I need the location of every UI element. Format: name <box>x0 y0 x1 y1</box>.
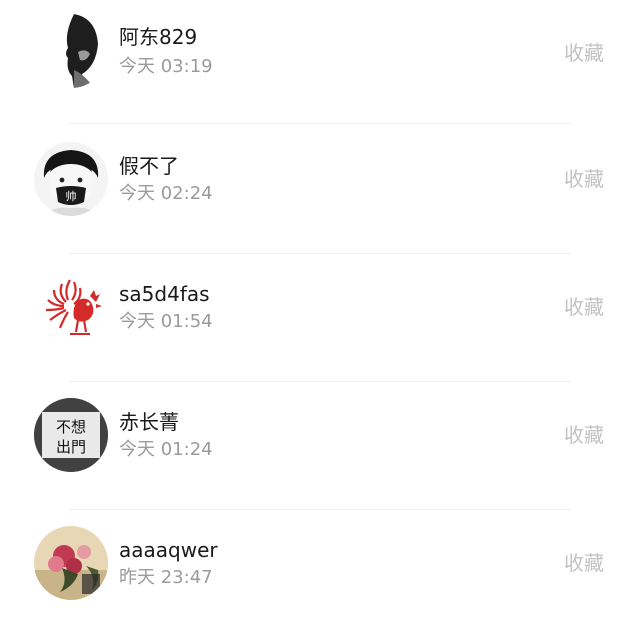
timestamp: 今天 01:54 <box>119 311 213 332</box>
user-name: 赤长菁 <box>119 410 179 434</box>
favorite-button[interactable]: 收藏 <box>564 550 604 576</box>
floral-avatar-icon <box>34 526 108 600</box>
user-name: sa5d4fas <box>119 282 210 306</box>
avatar[interactable]: 帅 <box>34 142 108 216</box>
timestamp: 昨天 23:47 <box>119 567 213 588</box>
avatar[interactable] <box>34 14 108 88</box>
masked-boy-avatar-icon: 帅 <box>34 142 108 216</box>
divider <box>69 253 571 254</box>
user-list: 阿东829 今天 03:19 收藏 帅 假不了 今天 02:24 收藏 sa5d… <box>0 0 640 633</box>
red-rooster-papercut-avatar-icon <box>34 270 108 344</box>
timestamp: 今天 02:24 <box>119 183 213 204</box>
timestamp: 今天 01:24 <box>119 439 213 460</box>
favorite-button[interactable]: 收藏 <box>564 422 604 448</box>
divider <box>69 123 571 124</box>
divider <box>69 381 571 382</box>
favorite-button[interactable]: 收藏 <box>564 166 604 192</box>
divider <box>69 509 571 510</box>
list-item[interactable]: 不想 出門 赤长菁 今天 01:24 收藏 <box>0 384 640 512</box>
svg-text:帅: 帅 <box>66 190 77 203</box>
user-name: 假不了 <box>119 154 179 178</box>
timestamp: 今天 03:19 <box>119 56 213 77</box>
favorite-button[interactable]: 收藏 <box>564 294 604 320</box>
list-item[interactable]: 阿东829 今天 03:19 收藏 <box>0 0 640 128</box>
bw-silhouette-avatar-icon <box>34 14 108 88</box>
list-item[interactable]: 帅 假不了 今天 02:24 收藏 <box>0 128 640 256</box>
user-name: 阿东829 <box>119 25 198 49</box>
avatar-text-line-1: 不想 <box>56 418 86 436</box>
list-item[interactable]: aaaaqwer 昨天 23:47 收藏 <box>0 512 640 633</box>
avatar-text-line-2: 出門 <box>56 438 86 456</box>
user-name: aaaaqwer <box>119 538 218 562</box>
list-item[interactable]: sa5d4fas 今天 01:54 收藏 <box>0 256 640 384</box>
avatar[interactable] <box>34 270 108 344</box>
text-stamp-avatar-icon: 不想 出門 <box>34 398 108 472</box>
avatar[interactable]: 不想 出門 <box>34 398 108 472</box>
favorite-button[interactable]: 收藏 <box>564 40 604 66</box>
avatar[interactable] <box>34 526 108 600</box>
